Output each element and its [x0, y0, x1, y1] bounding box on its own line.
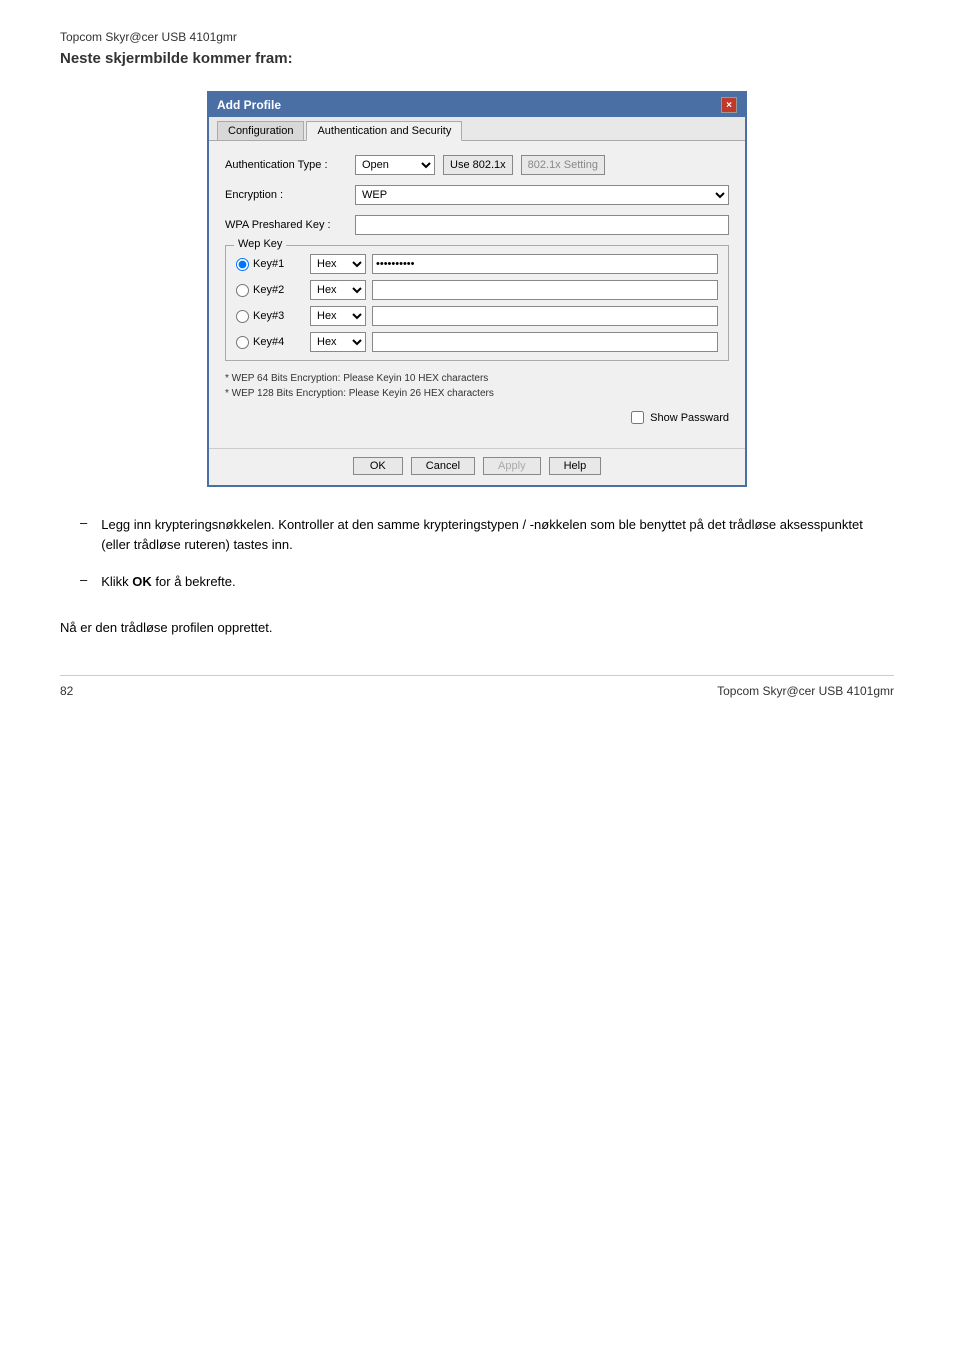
key3-radio-label[interactable]: Key#3 — [236, 310, 304, 323]
wpa-label: WPA Preshared Key : — [225, 219, 355, 231]
key2-radio[interactable] — [236, 284, 249, 297]
key1-value-input[interactable] — [372, 254, 718, 274]
key2-value-input[interactable] — [372, 280, 718, 300]
footer-brand: Topcom Skyr@cer USB 4101gmr — [717, 684, 894, 698]
wep-key-row-1: Key#1 Hex ASCII — [236, 254, 718, 274]
bullet-text-2-after: for å bekrefte. — [152, 574, 236, 589]
dialog-title: Add Profile — [217, 98, 281, 112]
add-profile-dialog: Add Profile × Configuration Authenticati… — [207, 91, 747, 487]
key4-label: Key#4 — [253, 336, 284, 348]
dialog-titlebar: Add Profile × — [209, 93, 745, 117]
wep-key-group: Wep Key Key#1 Hex ASCII — [225, 245, 729, 361]
bullet-text-2-before: Klikk — [101, 574, 132, 589]
dialog-footer: OK Cancel Apply Help — [209, 448, 745, 485]
bullet-section: – Legg inn krypteringsnøkkelen. Kontroll… — [60, 515, 894, 592]
802-setting-button[interactable]: 802.1x Setting — [521, 155, 605, 175]
key3-radio[interactable] — [236, 310, 249, 323]
auth-type-row: Authentication Type : Open Shared WPA-PS… — [225, 155, 729, 175]
show-password-label: Show Passward — [650, 412, 729, 424]
key4-type-select[interactable]: Hex ASCII — [310, 332, 366, 352]
bullet-item-1: – Legg inn krypteringsnøkkelen. Kontroll… — [60, 515, 894, 554]
key3-value-input[interactable] — [372, 306, 718, 326]
key2-type-select[interactable]: Hex ASCII — [310, 280, 366, 300]
wep-key-row-4: Key#4 Hex ASCII — [236, 332, 718, 352]
bullet-text-1: Legg inn krypteringsnøkkelen. Kontroller… — [101, 515, 894, 554]
wep-key-row-3: Key#3 Hex ASCII — [236, 306, 718, 326]
key3-label: Key#3 — [253, 310, 284, 322]
tab-configuration[interactable]: Configuration — [217, 121, 304, 140]
help-button[interactable]: Help — [549, 457, 602, 475]
key1-type-select[interactable]: Hex ASCII — [310, 254, 366, 274]
profile-created: Nå er den trådløse profilen opprettet. — [60, 620, 894, 635]
wep-group-legend: Wep Key — [234, 238, 286, 250]
bullet-text-2-bold: OK — [132, 574, 152, 589]
wep-hint-line1: * WEP 64 Bits Encryption: Please Keyin 1… — [225, 371, 729, 386]
use-802-button[interactable]: Use 802.1x — [443, 155, 513, 175]
key1-radio-label[interactable]: Key#1 — [236, 258, 304, 271]
auth-type-select[interactable]: Open Shared WPA-PSK — [355, 155, 435, 175]
key2-radio-label[interactable]: Key#2 — [236, 284, 304, 297]
wpa-row: WPA Preshared Key : — [225, 215, 729, 235]
page-footer: 82 Topcom Skyr@cer USB 4101gmr — [60, 675, 894, 698]
dialog-body: Authentication Type : Open Shared WPA-PS… — [209, 141, 745, 448]
bullet-dash-1: – — [80, 515, 87, 554]
apply-button[interactable]: Apply — [483, 457, 541, 475]
cancel-button[interactable]: Cancel — [411, 457, 475, 475]
close-button[interactable]: × — [721, 97, 737, 113]
footer-page-number: 82 — [60, 684, 73, 698]
show-password-row: Show Passward — [225, 411, 729, 424]
encryption-select[interactable]: WEP None TKIP AES — [355, 185, 729, 205]
key4-radio[interactable] — [236, 336, 249, 349]
dialog-tabs: Configuration Authentication and Securit… — [209, 117, 745, 141]
wep-hint-line2: * WEP 128 Bits Encryption: Please Keyin … — [225, 386, 729, 401]
dialog-wrapper: Add Profile × Configuration Authenticati… — [207, 91, 747, 487]
tab-authentication-security[interactable]: Authentication and Security — [306, 121, 462, 141]
key4-radio-label[interactable]: Key#4 — [236, 336, 304, 349]
header-top: Topcom Skyr@cer USB 4101gmr — [60, 30, 894, 44]
encryption-label: Encryption : — [225, 189, 355, 201]
wpa-input[interactable] — [355, 215, 729, 235]
ok-button[interactable]: OK — [353, 457, 403, 475]
auth-controls: Open Shared WPA-PSK Use 802.1x 802.1x Se… — [355, 155, 729, 175]
wep-hints: * WEP 64 Bits Encryption: Please Keyin 1… — [225, 371, 729, 401]
key3-type-select[interactable]: Hex ASCII — [310, 306, 366, 326]
encryption-row: Encryption : WEP None TKIP AES — [225, 185, 729, 205]
key4-value-input[interactable] — [372, 332, 718, 352]
show-password-checkbox[interactable] — [631, 411, 644, 424]
key2-label: Key#2 — [253, 284, 284, 296]
key1-label: Key#1 — [253, 258, 284, 270]
bullet-dash-2: – — [80, 572, 87, 592]
bullet-text-2: Klikk OK for å bekrefte. — [101, 572, 235, 592]
bullet-item-2: – Klikk OK for å bekrefte. — [60, 572, 894, 592]
auth-type-label: Authentication Type : — [225, 159, 355, 171]
key1-radio[interactable] — [236, 258, 249, 271]
wep-key-row-2: Key#2 Hex ASCII — [236, 280, 718, 300]
header-sub: Neste skjermbilde kommer fram: — [60, 50, 894, 67]
